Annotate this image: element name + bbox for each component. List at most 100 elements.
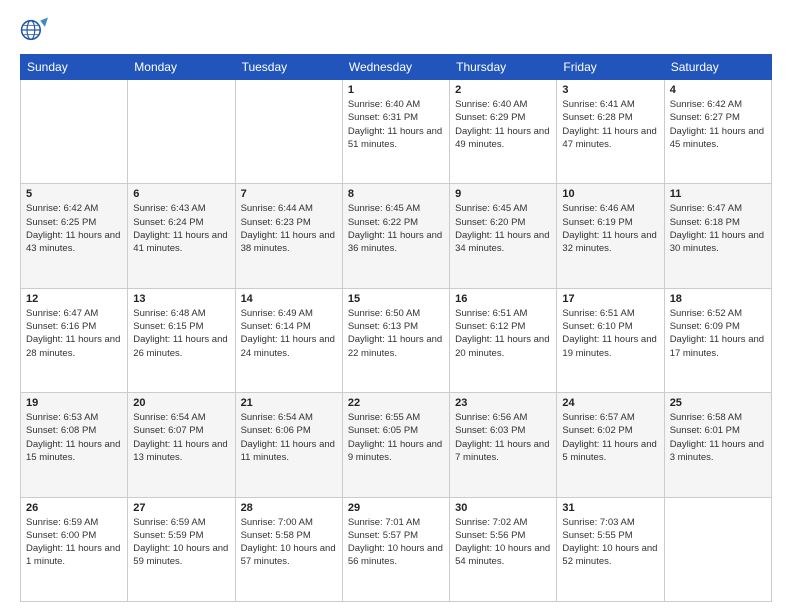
day-info: Sunrise: 6:44 AMSunset: 6:23 PMDaylight:… [241,202,337,255]
day-info: Sunrise: 6:53 AMSunset: 6:08 PMDaylight:… [26,411,122,464]
calendar-cell: 5Sunrise: 6:42 AMSunset: 6:25 PMDaylight… [21,184,128,288]
day-info: Sunrise: 6:48 AMSunset: 6:15 PMDaylight:… [133,307,229,360]
day-info: Sunrise: 6:43 AMSunset: 6:24 PMDaylight:… [133,202,229,255]
day-number: 24 [562,397,658,409]
day-info: Sunrise: 6:40 AMSunset: 6:31 PMDaylight:… [348,98,444,151]
day-info: Sunrise: 6:47 AMSunset: 6:16 PMDaylight:… [26,307,122,360]
calendar-cell: 4 Sunrise: 6:42 AMSunset: 6:27 PMDaylight… [664,80,771,184]
calendar-cell: 29 Sunrise: 7:01 AMSunset: 5:57 PMDayligh… [342,497,449,601]
day-info: Sunrise: 6:54 AMSunset: 6:07 PMDaylight:… [133,411,229,464]
day-number: 13 [133,293,229,305]
calendar-cell [664,497,771,601]
calendar-cell: 20 Sunrise: 6:54 AMSunset: 6:07 PMDayligh… [128,393,235,497]
day-info: Sunrise: 7:00 AMSunset: 5:58 PMDaylight:… [241,516,337,569]
day-number: 14 [241,293,337,305]
day-number: 6 [133,188,229,200]
day-info: Sunrise: 6:51 AMSunset: 6:10 PMDaylight:… [562,307,658,360]
day-number: 22 [348,397,444,409]
calendar-week-0: 1 Sunrise: 6:40 AMSunset: 6:31 PMDaylight… [21,80,772,184]
calendar-cell: 9Sunrise: 6:45 AMSunset: 6:20 PMDaylight… [450,184,557,288]
day-number: 9 [455,188,551,200]
day-number: 28 [241,502,337,514]
day-number: 20 [133,397,229,409]
day-info: Sunrise: 6:46 AMSunset: 6:19 PMDaylight:… [562,202,658,255]
day-info: Sunrise: 6:51 AMSunset: 6:12 PMDaylight:… [455,307,551,360]
day-number: 18 [670,293,766,305]
calendar-week-1: 5Sunrise: 6:42 AMSunset: 6:25 PMDaylight… [21,184,772,288]
day-header-monday: Monday [128,55,235,80]
day-info: Sunrise: 6:57 AMSunset: 6:02 PMDaylight:… [562,411,658,464]
calendar-cell: 7 Sunrise: 6:44 AMSunset: 6:23 PMDaylight… [235,184,342,288]
day-info: Sunrise: 6:59 AMSunset: 5:59 PMDaylight:… [133,516,229,569]
calendar-cell: 1 Sunrise: 6:40 AMSunset: 6:31 PMDaylight… [342,80,449,184]
day-header-saturday: Saturday [664,55,771,80]
day-number: 7 [241,188,337,200]
day-info: Sunrise: 6:40 AMSunset: 6:29 PMDaylight:… [455,98,551,151]
day-info: Sunrise: 6:55 AMSunset: 6:05 PMDaylight:… [348,411,444,464]
calendar-cell: 14 Sunrise: 6:49 AMSunset: 6:14 PMDayligh… [235,288,342,392]
day-header-thursday: Thursday [450,55,557,80]
logo-icon [20,16,48,44]
day-number: 11 [670,188,766,200]
day-number: 16 [455,293,551,305]
calendar-cell: 26 Sunrise: 6:59 AMSunset: 6:00 PMDayligh… [21,497,128,601]
day-number: 1 [348,84,444,96]
day-info: Sunrise: 7:02 AMSunset: 5:56 PMDaylight:… [455,516,551,569]
day-number: 15 [348,293,444,305]
calendar-cell: 3Sunrise: 6:41 AMSunset: 6:28 PMDaylight… [557,80,664,184]
calendar-cell: 11Sunrise: 6:47 AMSunset: 6:18 PMDayligh… [664,184,771,288]
calendar-cell: 18 Sunrise: 6:52 AMSunset: 6:09 PMDayligh… [664,288,771,392]
day-info: Sunrise: 6:59 AMSunset: 6:00 PMDaylight:… [26,516,122,569]
calendar-cell: 22 Sunrise: 6:55 AMSunset: 6:05 PMDayligh… [342,393,449,497]
calendar-cell: 27 Sunrise: 6:59 AMSunset: 5:59 PMDayligh… [128,497,235,601]
day-header-tuesday: Tuesday [235,55,342,80]
calendar-cell: 25Sunrise: 6:58 AMSunset: 6:01 PMDayligh… [664,393,771,497]
day-info: Sunrise: 6:56 AMSunset: 6:03 PMDaylight:… [455,411,551,464]
day-number: 23 [455,397,551,409]
calendar-cell: 13 Sunrise: 6:48 AMSunset: 6:15 PMDayligh… [128,288,235,392]
calendar-cell: 10 Sunrise: 6:46 AMSunset: 6:19 PMDayligh… [557,184,664,288]
logo [20,16,52,44]
day-info: Sunrise: 6:45 AMSunset: 6:22 PMDaylight:… [348,202,444,255]
day-info: Sunrise: 6:52 AMSunset: 6:09 PMDaylight:… [670,307,766,360]
day-number: 2 [455,84,551,96]
day-number: 17 [562,293,658,305]
day-info: Sunrise: 6:54 AMSunset: 6:06 PMDaylight:… [241,411,337,464]
day-info: Sunrise: 6:49 AMSunset: 6:14 PMDaylight:… [241,307,337,360]
day-info: Sunrise: 6:42 AMSunset: 6:25 PMDaylight:… [26,202,122,255]
day-number: 30 [455,502,551,514]
day-number: 12 [26,293,122,305]
calendar-cell: 8Sunrise: 6:45 AMSunset: 6:22 PMDaylight… [342,184,449,288]
day-info: Sunrise: 6:58 AMSunset: 6:01 PMDaylight:… [670,411,766,464]
day-info: Sunrise: 6:41 AMSunset: 6:28 PMDaylight:… [562,98,658,151]
calendar-cell: 16 Sunrise: 6:51 AMSunset: 6:12 PMDayligh… [450,288,557,392]
calendar-cell [235,80,342,184]
day-info: Sunrise: 7:01 AMSunset: 5:57 PMDaylight:… [348,516,444,569]
day-number: 10 [562,188,658,200]
calendar-cell: 19 Sunrise: 6:53 AMSunset: 6:08 PMDayligh… [21,393,128,497]
day-number: 26 [26,502,122,514]
calendar-cell: 30 Sunrise: 7:02 AMSunset: 5:56 PMDayligh… [450,497,557,601]
day-number: 19 [26,397,122,409]
calendar-table: SundayMondayTuesdayWednesdayThursdayFrid… [20,54,772,602]
calendar-cell: 12 Sunrise: 6:47 AMSunset: 6:16 PMDayligh… [21,288,128,392]
day-number: 4 [670,84,766,96]
day-number: 29 [348,502,444,514]
calendar-cell: 24 Sunrise: 6:57 AMSunset: 6:02 PMDayligh… [557,393,664,497]
day-header-friday: Friday [557,55,664,80]
calendar-week-2: 12 Sunrise: 6:47 AMSunset: 6:16 PMDayligh… [21,288,772,392]
day-number: 31 [562,502,658,514]
calendar-cell: 28 Sunrise: 7:00 AMSunset: 5:58 PMDayligh… [235,497,342,601]
calendar-cell: 15 Sunrise: 6:50 AMSunset: 6:13 PMDayligh… [342,288,449,392]
day-header-sunday: Sunday [21,55,128,80]
day-number: 27 [133,502,229,514]
header [20,16,772,44]
calendar-week-4: 26 Sunrise: 6:59 AMSunset: 6:00 PMDayligh… [21,497,772,601]
day-info: Sunrise: 6:50 AMSunset: 6:13 PMDaylight:… [348,307,444,360]
calendar-cell [128,80,235,184]
calendar-cell: 21 Sunrise: 6:54 AMSunset: 6:06 PMDayligh… [235,393,342,497]
day-header-wednesday: Wednesday [342,55,449,80]
day-info: Sunrise: 6:42 AMSunset: 6:27 PMDaylight:… [670,98,766,151]
calendar-cell [21,80,128,184]
day-number: 21 [241,397,337,409]
